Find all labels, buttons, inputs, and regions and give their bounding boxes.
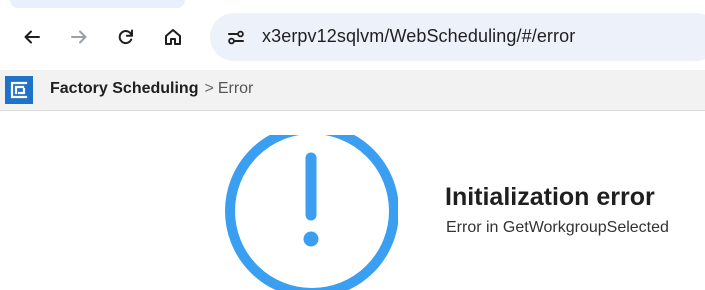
forward-arrow-icon (71, 30, 87, 44)
error-title: Initialization error (445, 183, 655, 211)
factory-scheduling-logo[interactable] (5, 76, 33, 104)
site-settings-icon (228, 30, 244, 45)
back-button[interactable] (17, 22, 47, 52)
forward-button[interactable] (64, 22, 94, 52)
error-message: Error in GetWorkgroupSelected (446, 219, 669, 236)
active-tab-edge[interactable] (10, 0, 185, 8)
site-info-button[interactable] (222, 23, 250, 51)
breadcrumb-current: Error (217, 80, 254, 97)
breadcrumb-app-name[interactable]: Factory Scheduling (50, 80, 198, 98)
address-bar[interactable]: x3erpv12sqlvm/WebScheduling/#/error (210, 13, 705, 61)
tab-strip (0, 0, 705, 8)
back-arrow-icon (24, 30, 40, 44)
reload-button[interactable] (111, 22, 141, 52)
logo-glyph (10, 81, 28, 99)
home-icon (165, 29, 181, 45)
exclamation-circle-icon (225, 135, 398, 290)
browser-toolbar: x3erpv12sqlvm/WebScheduling/#/error (0, 8, 705, 66)
breadcrumb-separator: > (204, 80, 214, 97)
breadcrumb: Factory Scheduling > Error (50, 80, 253, 98)
home-button[interactable] (158, 22, 188, 52)
url-text[interactable]: x3erpv12sqlvm/WebScheduling/#/error (262, 26, 575, 47)
reload-icon (118, 29, 133, 44)
app-header: Factory Scheduling > Error (0, 70, 705, 111)
